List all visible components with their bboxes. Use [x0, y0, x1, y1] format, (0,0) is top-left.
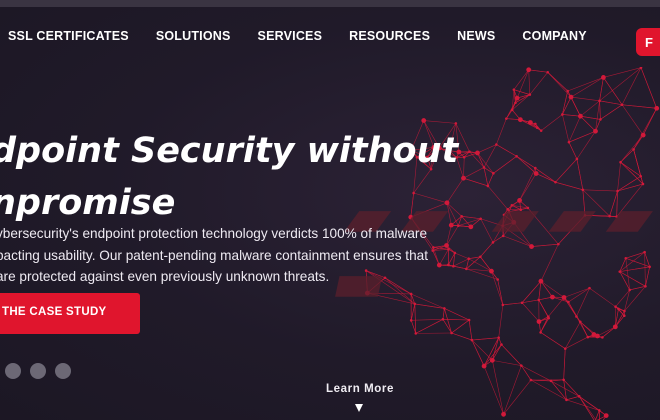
description-line-2: pacting usability. Our patent-pending ma…	[0, 247, 428, 263]
read-case-study-button[interactable]: THE CASE STUDY	[0, 293, 140, 334]
hero-headline: dpoint Security without npromise	[0, 125, 458, 229]
nav-cta-button[interactable]: F	[636, 28, 660, 56]
description-line-1: ybersecurity's endpoint protection techn…	[0, 226, 428, 241]
carousel-dot-1[interactable]	[5, 363, 21, 379]
headline-line-2: npromise	[0, 183, 176, 223]
hero-description: ybersecurity's endpoint protection techn…	[0, 223, 428, 288]
main-nav: SSL CERTIFICATES SOLUTIONS SERVICES RESO…	[8, 26, 614, 46]
nav-ssl-certificates[interactable]: SSL CERTIFICATES	[8, 29, 129, 43]
nav-solutions[interactable]: SOLUTIONS	[156, 29, 231, 43]
carousel-dot-3[interactable]	[55, 363, 71, 379]
nav-resources[interactable]: RESOURCES	[349, 29, 430, 43]
hero-section: ▰▰ ▰▰▰ ▬ SSL CERTIFICATES SOLUTIONS SERV…	[0, 7, 660, 420]
nav-services[interactable]: SERVICES	[258, 29, 323, 43]
headline-line-1: dpoint Security without	[0, 131, 459, 171]
carousel-dot-2[interactable]	[30, 363, 46, 379]
description-line-3: are protected against even previously un…	[0, 269, 330, 284]
browser-top-strip	[0, 0, 660, 7]
learn-more-link[interactable]: Learn More	[326, 383, 394, 395]
triangle-down-icon[interactable]	[355, 404, 363, 412]
nav-news[interactable]: NEWS	[457, 29, 495, 43]
carousel-dots	[5, 363, 80, 379]
nav-company[interactable]: COMPANY	[522, 29, 586, 43]
